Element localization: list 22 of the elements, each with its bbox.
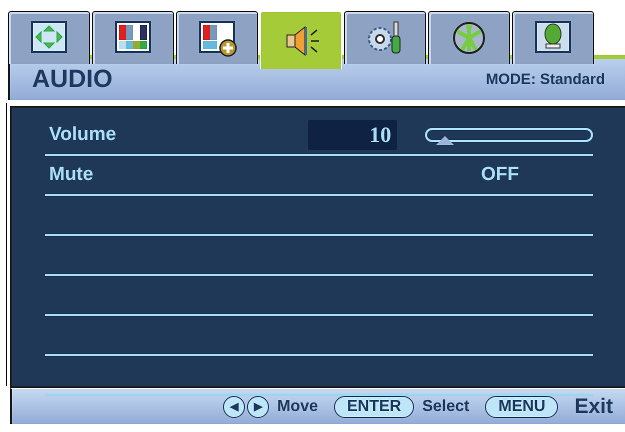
setting-value: OFF — [481, 164, 519, 186]
hint-label: Move — [277, 398, 318, 416]
key-button[interactable]: ◀ — [223, 396, 246, 418]
setting-label[interactable]: Volume — [45, 124, 308, 146]
key-button[interactable]: ENTER — [334, 396, 414, 418]
menu-tab[interactable] — [8, 11, 90, 64]
setting-label[interactable]: Mute — [45, 164, 312, 186]
menu-tab[interactable] — [344, 11, 426, 64]
color-bars-plus-icon — [197, 19, 237, 57]
volume-slider[interactable] — [425, 128, 593, 142]
menu-tab[interactable] — [512, 11, 594, 64]
hint-label: Exit — [574, 394, 613, 418]
mode-label: MODE: Standard — [486, 71, 605, 88]
menu-tab[interactable] — [428, 11, 510, 64]
menu-tab[interactable] — [92, 11, 174, 64]
key-button[interactable]: MENU — [485, 396, 558, 418]
key-button[interactable]: ▶ — [247, 396, 270, 418]
hint-label: Select — [422, 398, 470, 416]
menu-tab[interactable] — [176, 11, 258, 64]
value-display: 10 — [308, 120, 398, 150]
menu-title: AUDIO — [32, 65, 113, 94]
slider-thumb[interactable] — [436, 136, 454, 145]
